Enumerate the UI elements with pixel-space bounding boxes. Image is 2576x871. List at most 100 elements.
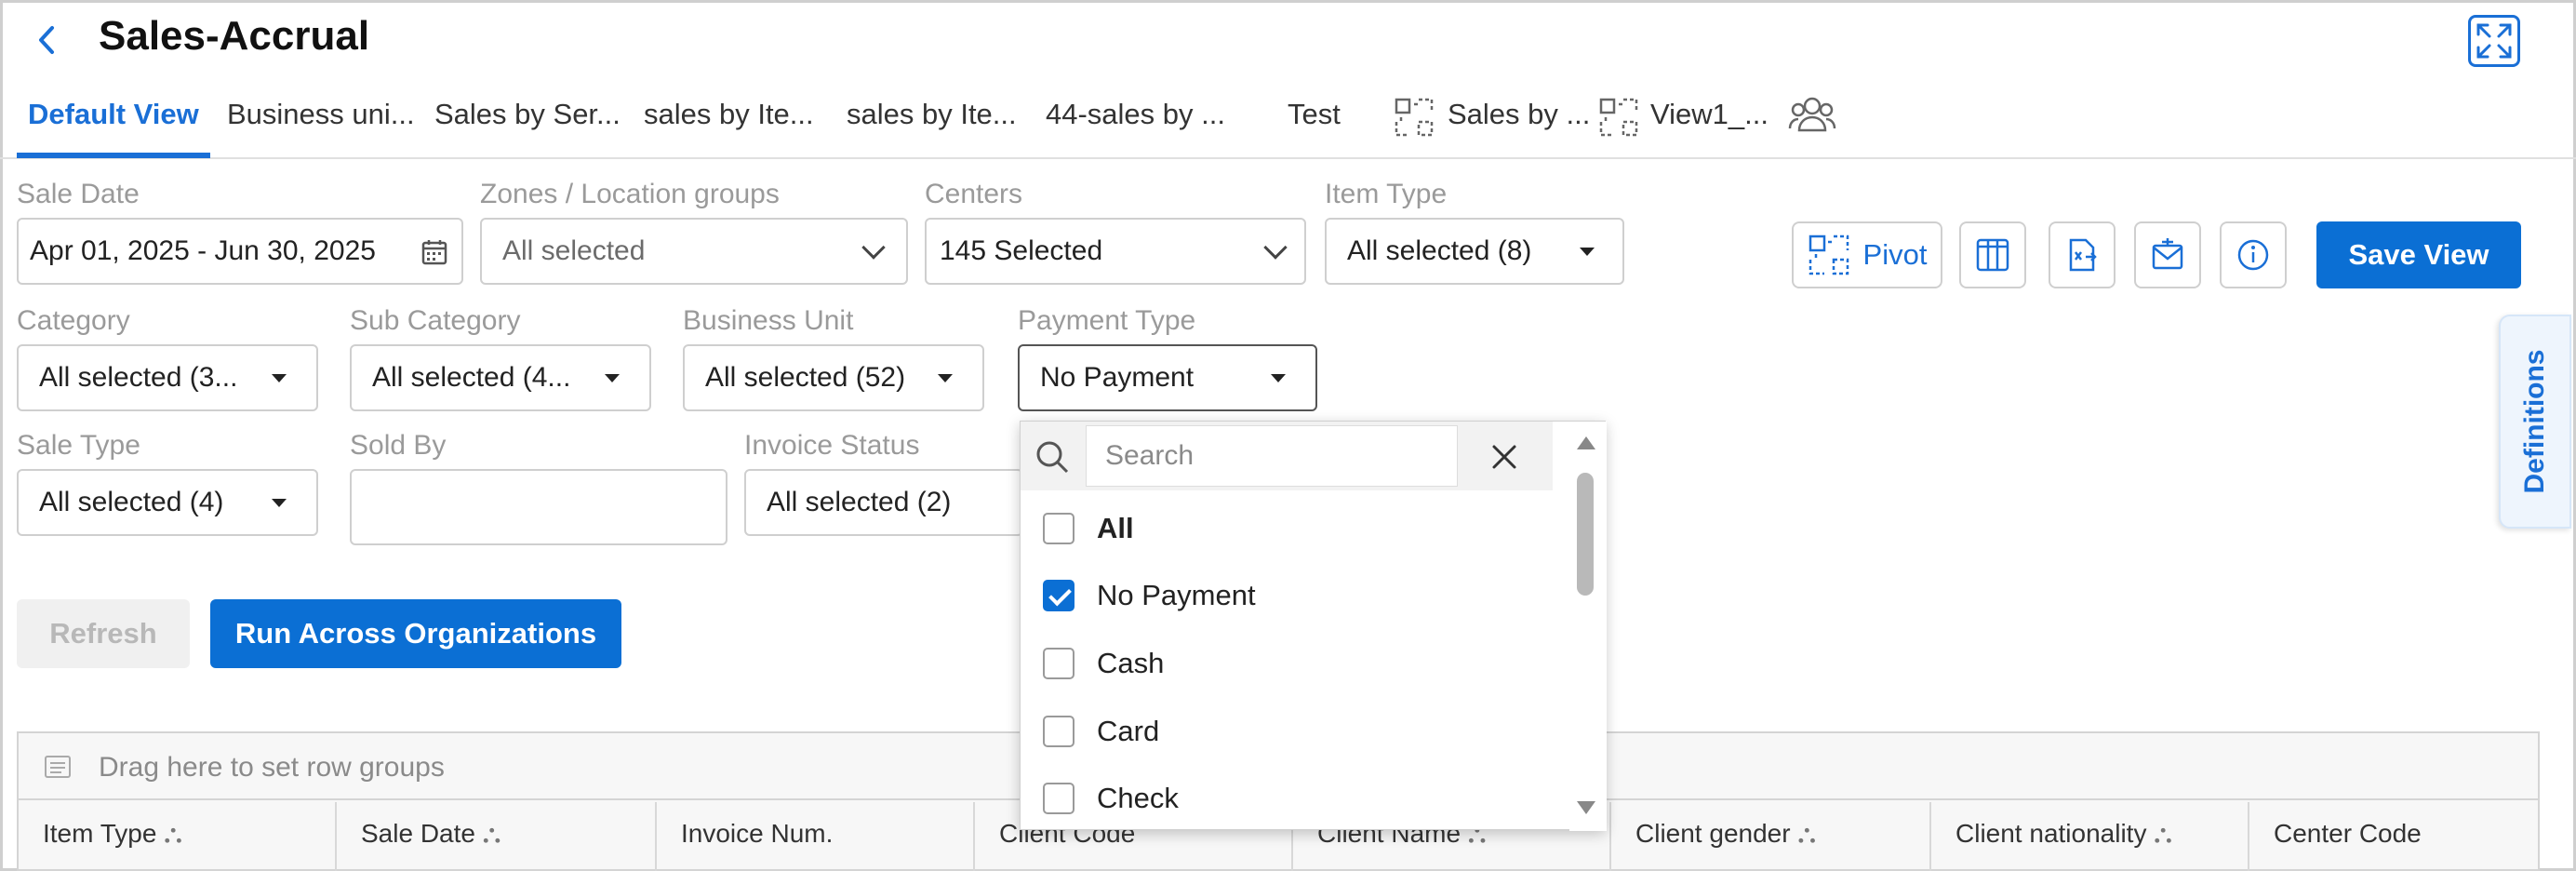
active-tab-indicator [17, 153, 210, 158]
column-header-sale-date[interactable]: Sale Date ⛬ [361, 819, 501, 850]
sub-category-label: Sub Category [350, 305, 521, 336]
sold-by-label: Sold By [350, 430, 447, 461]
zones-label: Zones / Location groups [480, 179, 780, 209]
definitions-label: Definitions [2519, 349, 2550, 494]
category-label: Category [17, 305, 130, 336]
columns-button[interactable] [1959, 221, 2026, 288]
column-header-invoice-num[interactable]: Invoice Num. [681, 819, 833, 849]
option-card[interactable]: Card [1043, 708, 1159, 755]
sale-date-value: Apr 01, 2025 - Jun 30, 2025 [30, 235, 376, 266]
checkbox-check[interactable] [1043, 783, 1074, 814]
caret-down-icon [272, 374, 287, 382]
option-cash[interactable]: Cash [1043, 640, 1164, 687]
sale-date-input[interactable]: Apr 01, 2025 - Jun 30, 2025 [17, 218, 463, 285]
scroll-down-arrow-icon[interactable] [1577, 801, 1595, 814]
info-button[interactable] [2220, 221, 2287, 288]
pivot-button[interactable]: Pivot [1792, 221, 1942, 288]
sale-type-label: Sale Type [17, 430, 140, 461]
dropdown-search-input[interactable]: Search [1086, 425, 1458, 487]
column-separator[interactable] [973, 802, 975, 871]
sold-by-input[interactable] [350, 469, 727, 545]
sub-category-value: All selected (4... [372, 362, 571, 393]
column-header-client-nationality[interactable]: Client nationality ⛬ [1955, 819, 2172, 850]
refresh-button[interactable]: Refresh [17, 599, 190, 668]
item-type-value: All selected (8) [1347, 235, 1532, 266]
caret-down-icon [272, 499, 287, 507]
mail-icon [2149, 236, 2186, 274]
shared-views-icon[interactable] [1788, 93, 1836, 138]
item-type-label: Item Type [1325, 179, 1448, 209]
centers-label: Centers [925, 179, 1023, 209]
export-excel-button[interactable] [2049, 221, 2116, 288]
tab-sales-by-pivot[interactable]: Sales by ... [1448, 98, 1590, 131]
sub-category-select[interactable]: All selected (4... [350, 344, 651, 411]
tab-business-unit[interactable]: Business uni... [227, 98, 415, 131]
payment-type-label: Payment Type [1018, 305, 1196, 336]
tab-44-sales-by[interactable]: 44-sales by ... [1046, 98, 1225, 131]
zones-placeholder: All selected [502, 235, 646, 266]
caret-down-icon [1580, 248, 1595, 256]
pivot-icon [1808, 234, 1850, 276]
checkbox-card[interactable] [1043, 716, 1074, 747]
business-unit-label: Business Unit [683, 305, 854, 336]
hierarchy-icon: ⛬ [2154, 819, 2172, 848]
column-separator[interactable] [1609, 802, 1611, 871]
hierarchy-icon: ⛬ [482, 819, 501, 848]
category-select[interactable]: All selected (3... [17, 344, 318, 411]
chevron-down-icon [1263, 235, 1288, 260]
checkbox-no-payment[interactable] [1043, 580, 1074, 611]
page-title: Sales-Accrual [99, 13, 370, 59]
category-value: All selected (3... [39, 362, 238, 393]
centers-select[interactable]: 145 Selected [925, 218, 1306, 285]
info-icon [2235, 236, 2272, 274]
scroll-up-arrow-icon[interactable] [1577, 436, 1595, 449]
hierarchy-icon: ⛬ [1797, 819, 1816, 848]
tab-default-view[interactable]: Default View [28, 98, 199, 131]
tab-sales-by-item-2[interactable]: sales by Ite... [847, 98, 1017, 131]
column-separator[interactable] [2248, 802, 2249, 871]
column-separator[interactable] [655, 802, 657, 871]
business-unit-value: All selected (52) [705, 362, 906, 393]
caret-down-icon [1271, 374, 1286, 382]
tab-view1[interactable]: View1_... [1650, 98, 1768, 131]
search-icon [1034, 438, 1071, 480]
email-report-button[interactable] [2134, 221, 2201, 288]
back-icon[interactable] [32, 17, 63, 63]
zones-select[interactable]: All selected [480, 218, 908, 285]
column-separator[interactable] [335, 802, 337, 871]
option-check[interactable]: Check [1043, 775, 1179, 822]
payment-type-dropdown: Search All No Payment Cash Card Check [1020, 421, 1607, 831]
invoice-status-select[interactable]: All selected (2) [744, 469, 1023, 536]
item-type-select[interactable]: All selected (8) [1325, 218, 1624, 285]
clear-search-icon[interactable] [1488, 440, 1521, 478]
column-header-item-type[interactable]: Item Type ⛬ [43, 819, 182, 850]
tab-sales-by-item-1[interactable]: sales by Ite... [644, 98, 814, 131]
sale-type-select[interactable]: All selected (4) [17, 469, 318, 536]
row-groups-hint: Drag here to set row groups [99, 752, 445, 783]
scrollbar-thumb[interactable] [1577, 473, 1594, 596]
tab-test[interactable]: Test [1288, 98, 1341, 131]
sale-type-value: All selected (4) [39, 487, 224, 517]
business-unit-select[interactable]: All selected (52) [683, 344, 984, 411]
invoice-status-value: All selected (2) [767, 487, 952, 517]
column-header-center-code[interactable]: Center Code [2274, 819, 2422, 849]
pivot-view-icon [1394, 97, 1435, 138]
dropdown-search-bar: Search [1021, 422, 1553, 490]
option-no-payment[interactable]: No Payment [1043, 572, 1256, 619]
definitions-tab[interactable]: Definitions [2499, 315, 2571, 529]
checkbox-all[interactable] [1043, 513, 1074, 544]
save-view-button[interactable]: Save View [2316, 221, 2521, 288]
fullscreen-icon[interactable] [2468, 15, 2520, 67]
checkbox-cash[interactable] [1043, 648, 1074, 679]
run-across-organizations-button[interactable]: Run Across Organizations [210, 599, 621, 668]
option-all[interactable]: All [1043, 505, 1134, 552]
column-header-client-gender[interactable]: Client gender ⛬ [1635, 819, 1816, 850]
calendar-icon [420, 238, 448, 274]
tab-sales-by-service[interactable]: Sales by Ser... [434, 98, 621, 131]
sale-date-label: Sale Date [17, 179, 140, 209]
column-separator[interactable] [1929, 802, 1931, 871]
tabs-divider [0, 157, 2576, 159]
payment-type-select[interactable]: No Payment [1018, 344, 1317, 411]
pivot-label: Pivot [1862, 238, 1928, 271]
columns-icon [1974, 236, 2011, 274]
